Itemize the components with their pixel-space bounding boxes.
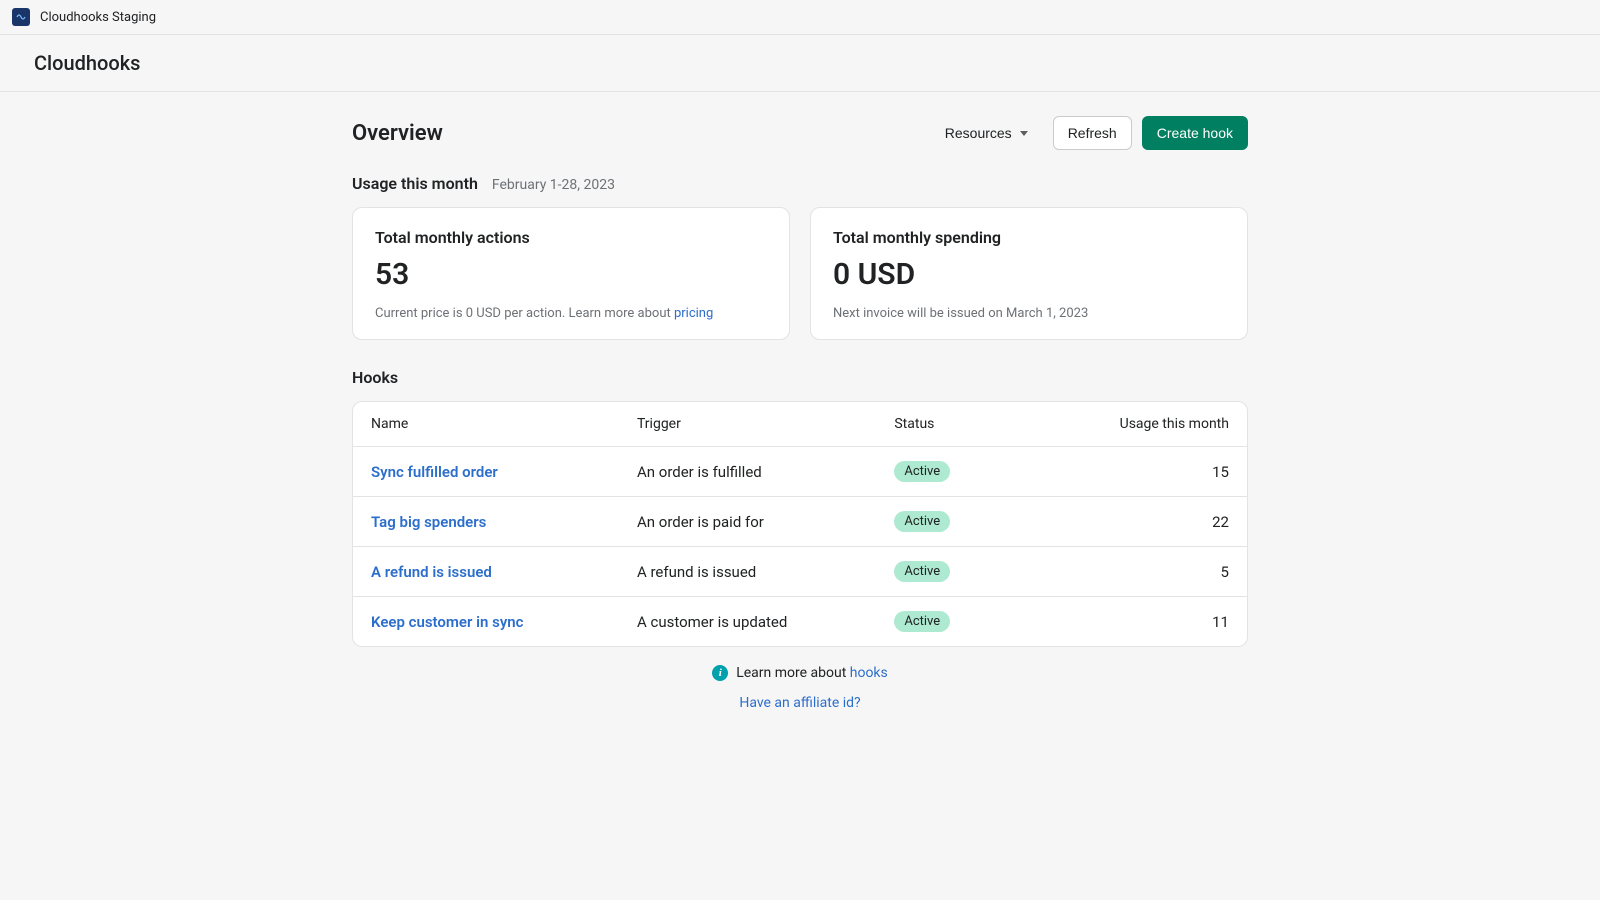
total-actions-footnote-text: Current price is 0 USD per action. Learn…: [375, 306, 674, 321]
usage-section-title: Usage this month: [352, 174, 478, 193]
header-bar: Cloudhooks: [0, 35, 1600, 92]
hook-name-link[interactable]: A refund is issued: [371, 563, 492, 581]
hook-usage: 22: [1066, 513, 1229, 531]
hooks-section-title: Hooks: [352, 368, 398, 387]
info-icon: i: [712, 665, 728, 681]
hook-usage: 5: [1066, 563, 1229, 581]
col-header-status: Status: [894, 416, 1066, 432]
resources-label: Resources: [945, 125, 1012, 141]
hooks-section-header: Hooks: [352, 368, 1248, 387]
learn-more-text: Learn more about hooks: [736, 665, 888, 681]
table-row: A refund is issuedA refund is issuedActi…: [353, 546, 1247, 596]
hook-name-link[interactable]: Tag big spenders: [371, 513, 486, 531]
total-spending-title: Total monthly spending: [833, 228, 1225, 247]
hook-trigger: An order is fulfilled: [637, 463, 894, 481]
col-header-trigger: Trigger: [637, 416, 894, 432]
status-badge: Active: [894, 611, 950, 632]
col-header-usage: Usage this month: [1066, 416, 1229, 432]
page-header: Overview Resources Refresh Create hook: [352, 116, 1248, 150]
hook-usage: 15: [1066, 463, 1229, 481]
app-logo-icon: [12, 8, 30, 26]
total-spending-card: Total monthly spending 0 USD Next invoic…: [810, 207, 1248, 340]
total-spending-footnote: Next invoice will be issued on March 1, …: [833, 306, 1225, 321]
page-title: Overview: [352, 121, 443, 146]
total-spending-value: 0 USD: [833, 257, 1225, 292]
top-bar: Cloudhooks Staging: [0, 0, 1600, 35]
learn-more-row: i Learn more about hooks: [352, 665, 1248, 681]
page-actions: Resources Refresh Create hook: [930, 116, 1248, 150]
status-badge: Active: [894, 511, 950, 532]
table-row: Keep customer in sync A customer is updat…: [353, 596, 1247, 646]
usage-date-range: February 1-28, 2023: [492, 177, 615, 193]
main-content: Overview Resources Refresh Create hook U…: [320, 92, 1280, 751]
hook-trigger: An order is paid for: [637, 513, 894, 531]
status-badge: Active: [894, 461, 950, 482]
usage-section-header: Usage this month February 1-28, 2023: [352, 174, 1248, 193]
total-actions-title: Total monthly actions: [375, 228, 767, 247]
hooks-table: Name Trigger Status Usage this month Syn…: [352, 401, 1248, 647]
hook-name-link[interactable]: Sync fulfilled order: [371, 463, 498, 481]
hook-trigger: A customer is updated: [637, 613, 894, 631]
learn-more-prefix: Learn more about: [736, 665, 850, 681]
chevron-down-icon: [1020, 131, 1028, 136]
create-hook-button[interactable]: Create hook: [1142, 116, 1248, 150]
col-header-name: Name: [371, 416, 637, 432]
table-row: Sync fulfilled order An order is fulfille…: [353, 446, 1247, 496]
hook-trigger: A refund is issued: [637, 563, 894, 581]
hooks-doc-link[interactable]: hooks: [850, 665, 888, 681]
total-actions-card: Total monthly actions 53 Current price i…: [352, 207, 790, 340]
usage-cards: Total monthly actions 53 Current price i…: [352, 207, 1248, 340]
header-title: Cloudhooks: [34, 51, 1566, 75]
status-badge: Active: [894, 561, 950, 582]
resources-dropdown[interactable]: Resources: [930, 116, 1043, 150]
table-header-row: Name Trigger Status Usage this month: [353, 402, 1247, 446]
hook-name-link[interactable]: Keep customer in sync: [371, 613, 523, 631]
pricing-link[interactable]: pricing: [674, 306, 713, 321]
hook-usage: 11: [1066, 613, 1229, 631]
total-actions-footnote: Current price is 0 USD per action. Learn…: [375, 306, 767, 321]
affiliate-link[interactable]: Have an affiliate id?: [739, 695, 860, 711]
top-bar-app-name: Cloudhooks Staging: [40, 10, 156, 25]
table-row: Tag big spenders An order is paid forActi…: [353, 496, 1247, 546]
refresh-button[interactable]: Refresh: [1053, 116, 1132, 150]
affiliate-row: Have an affiliate id?: [352, 695, 1248, 711]
total-actions-value: 53: [375, 257, 767, 292]
